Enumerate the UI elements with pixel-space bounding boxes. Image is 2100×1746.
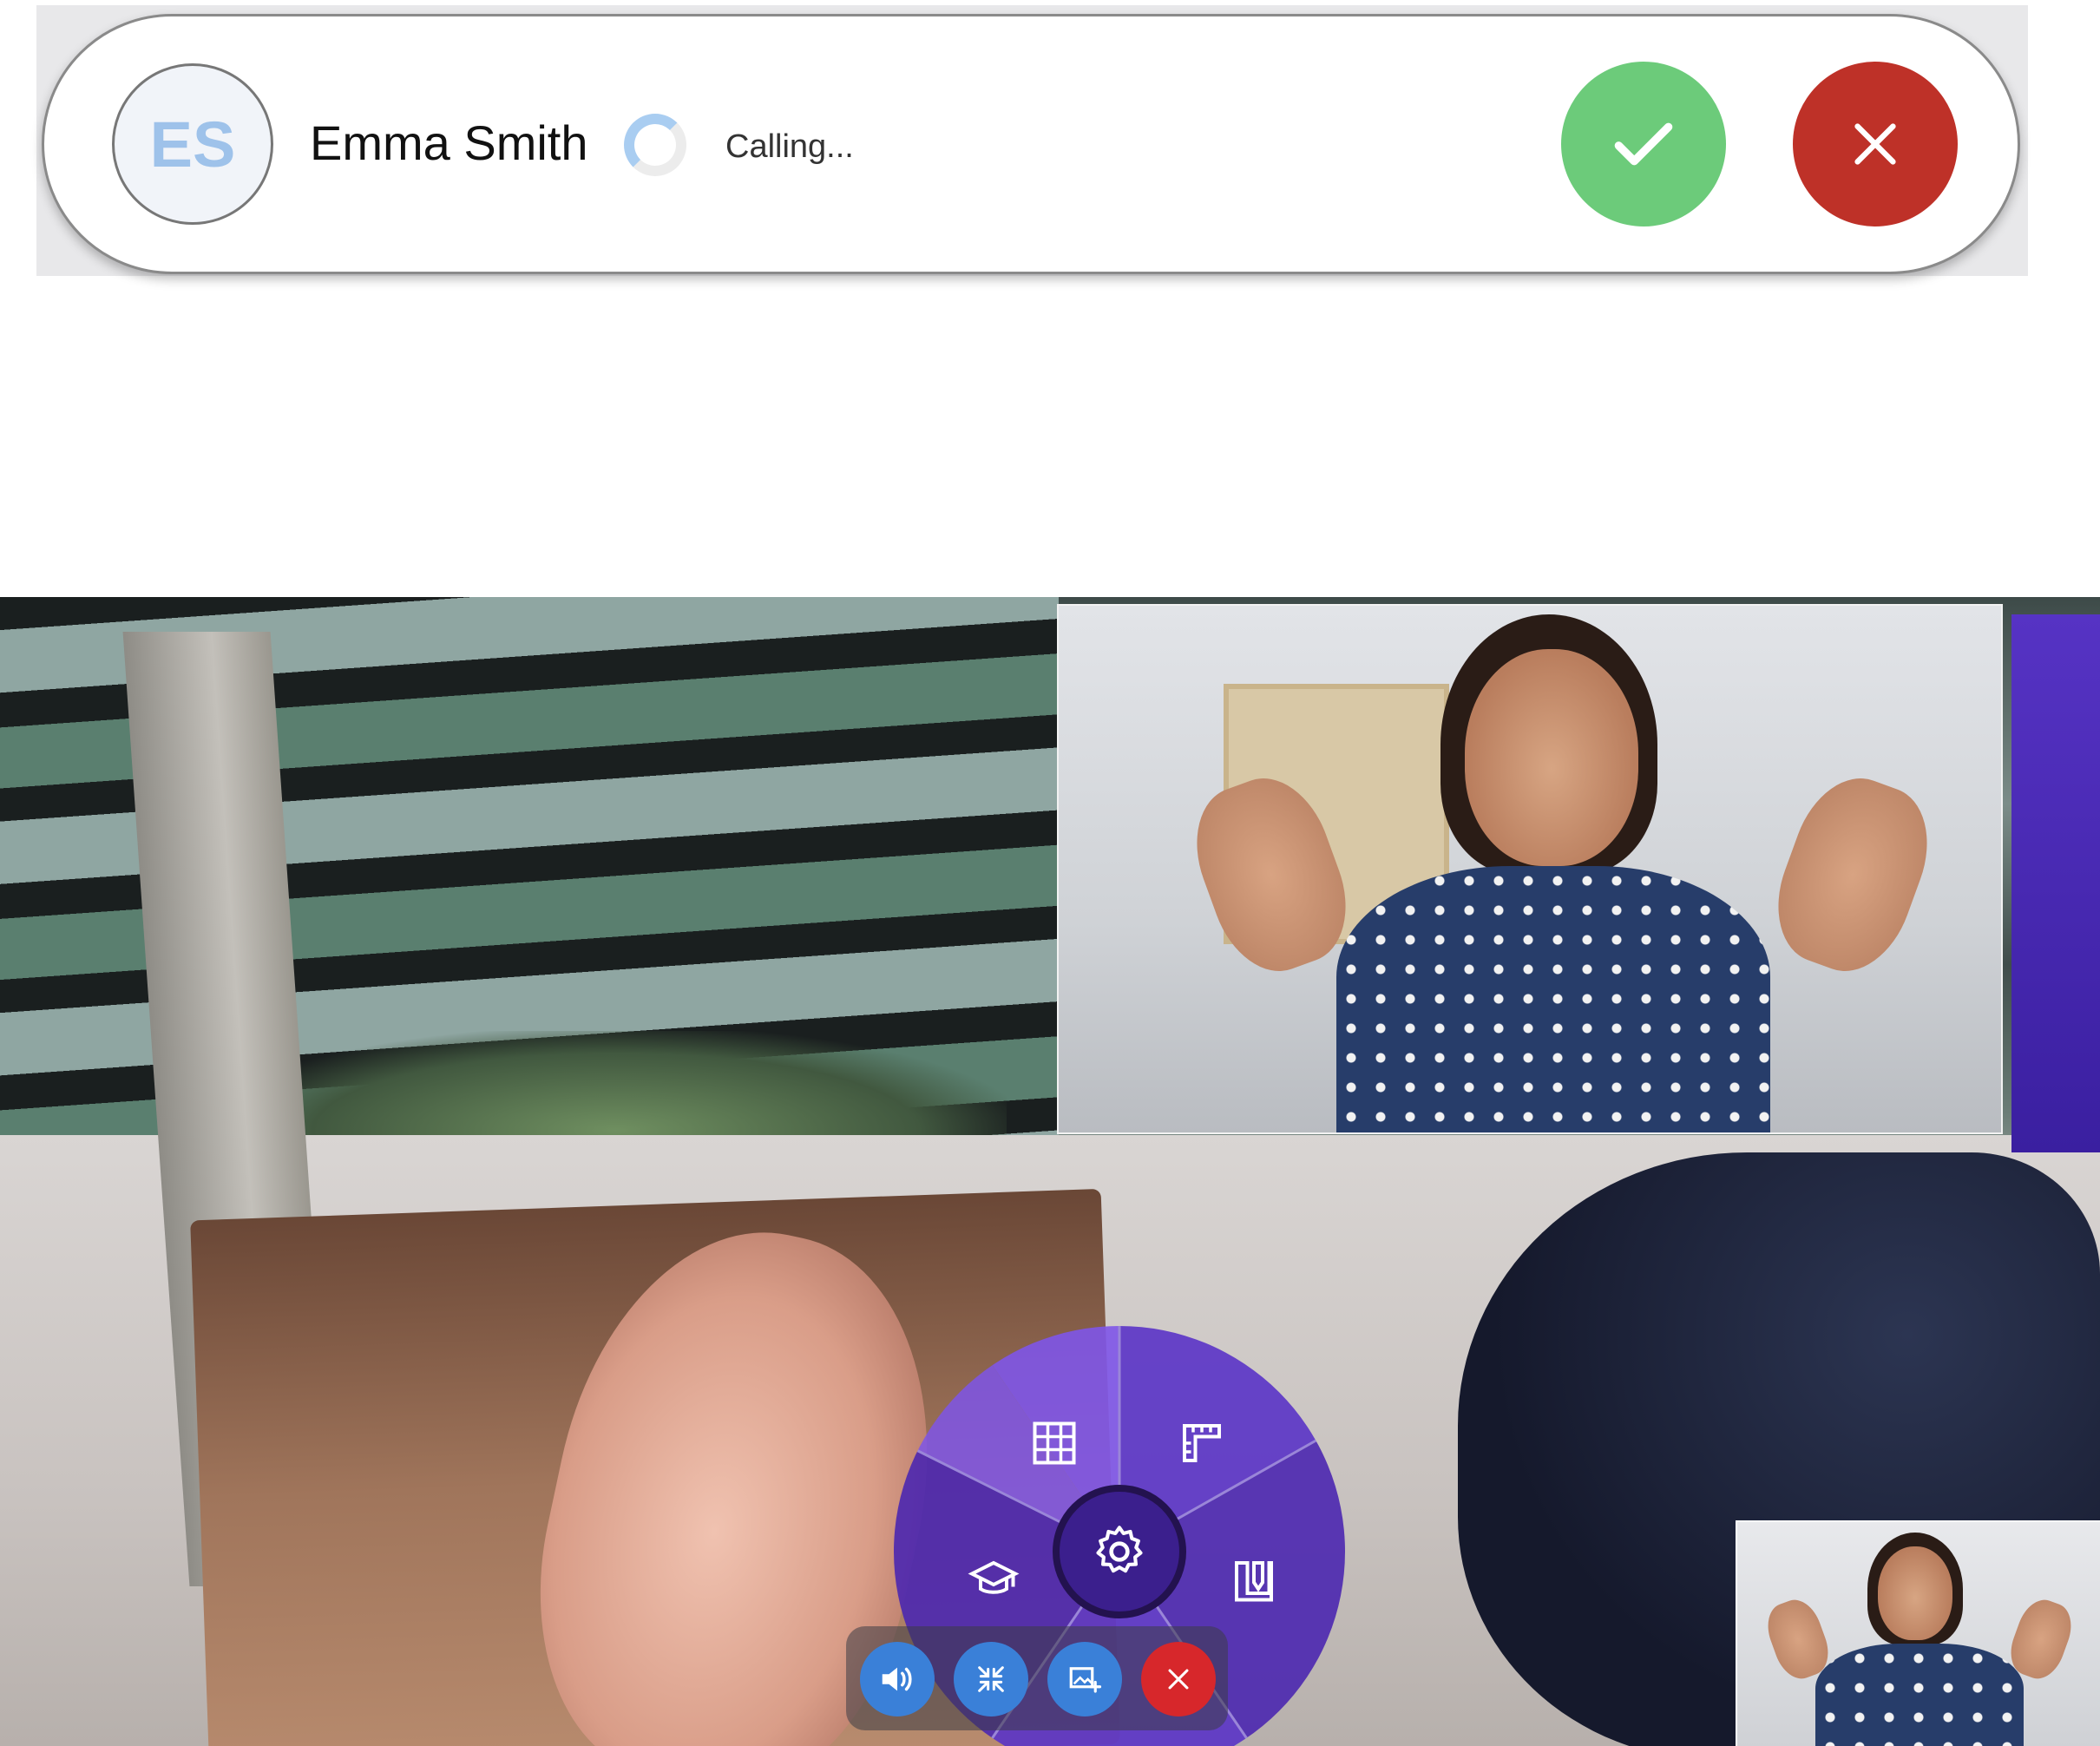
close-icon	[1854, 123, 1896, 165]
graduation-cap-icon[interactable]	[963, 1550, 1024, 1611]
accept-call-button[interactable]	[1561, 62, 1726, 226]
add-image-button[interactable]	[1047, 1642, 1122, 1716]
gear-icon	[1096, 1526, 1143, 1573]
add-image-icon	[1069, 1667, 1102, 1693]
incoming-call-bar: ES Emma Smith Calling...	[42, 14, 2020, 274]
participant-shirt	[1815, 1644, 2024, 1746]
participant-face	[1465, 649, 1638, 866]
call-status: Calling...	[725, 128, 854, 165]
speaker-button[interactable]	[860, 1642, 935, 1716]
caller-name: Emma Smith	[310, 115, 588, 170]
ruler-icon[interactable]	[1171, 1413, 1232, 1474]
document-edit-icon[interactable]	[1224, 1550, 1284, 1611]
caller-avatar: ES	[112, 63, 273, 225]
participant-sidebar	[2011, 614, 2100, 1152]
call-control-bar	[846, 1626, 1228, 1730]
participant-shirt	[1336, 866, 1770, 1132]
minimize-button[interactable]	[954, 1642, 1028, 1716]
end-call-button[interactable]	[1141, 1642, 1216, 1716]
participant-face	[1878, 1546, 1952, 1640]
video-call-view	[0, 597, 2100, 1746]
close-icon	[1168, 1669, 1189, 1690]
speaker-icon	[882, 1667, 912, 1691]
remote-video-large[interactable]	[1057, 604, 2003, 1134]
participant-hand-right	[1758, 762, 1947, 988]
loading-spinner-icon	[624, 114, 686, 176]
avatar-initials: ES	[149, 108, 236, 181]
remote-video-small[interactable]	[1736, 1520, 2100, 1746]
settings-button[interactable]	[1053, 1485, 1186, 1618]
check-icon	[1614, 122, 1673, 166]
grid-icon[interactable]	[1024, 1413, 1085, 1474]
decline-call-button[interactable]	[1793, 62, 1958, 226]
minimize-arrows-icon	[978, 1666, 1004, 1692]
